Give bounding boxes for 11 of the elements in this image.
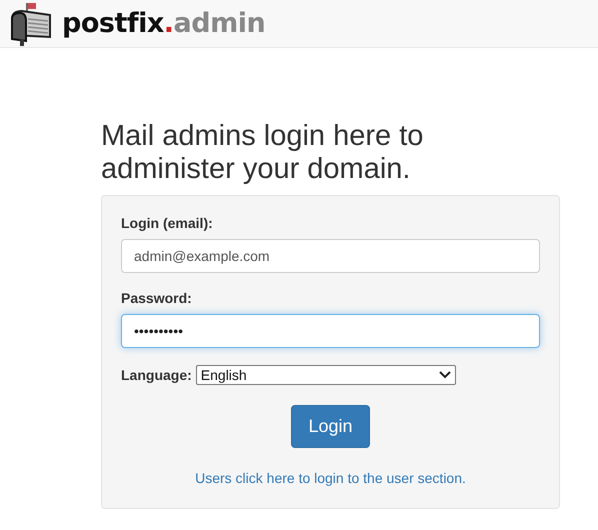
language-select[interactable]: English bbox=[196, 365, 456, 385]
user-login-link[interactable]: Users click here to login to the user section. bbox=[195, 470, 466, 486]
logo-text: postfix.admin bbox=[62, 8, 266, 39]
page-heading: Mail admins login here to administer your domain. bbox=[101, 120, 424, 186]
password-label: Password: bbox=[121, 290, 193, 306]
login-button[interactable]: Login bbox=[291, 405, 370, 448]
login-field[interactable]: admin@example.com bbox=[121, 239, 540, 273]
chevron-down-icon bbox=[438, 371, 451, 379]
language-label: Language: bbox=[121, 367, 192, 383]
password-field[interactable]: •••••••••• bbox=[121, 314, 540, 348]
login-label: Login (email): bbox=[121, 215, 214, 231]
